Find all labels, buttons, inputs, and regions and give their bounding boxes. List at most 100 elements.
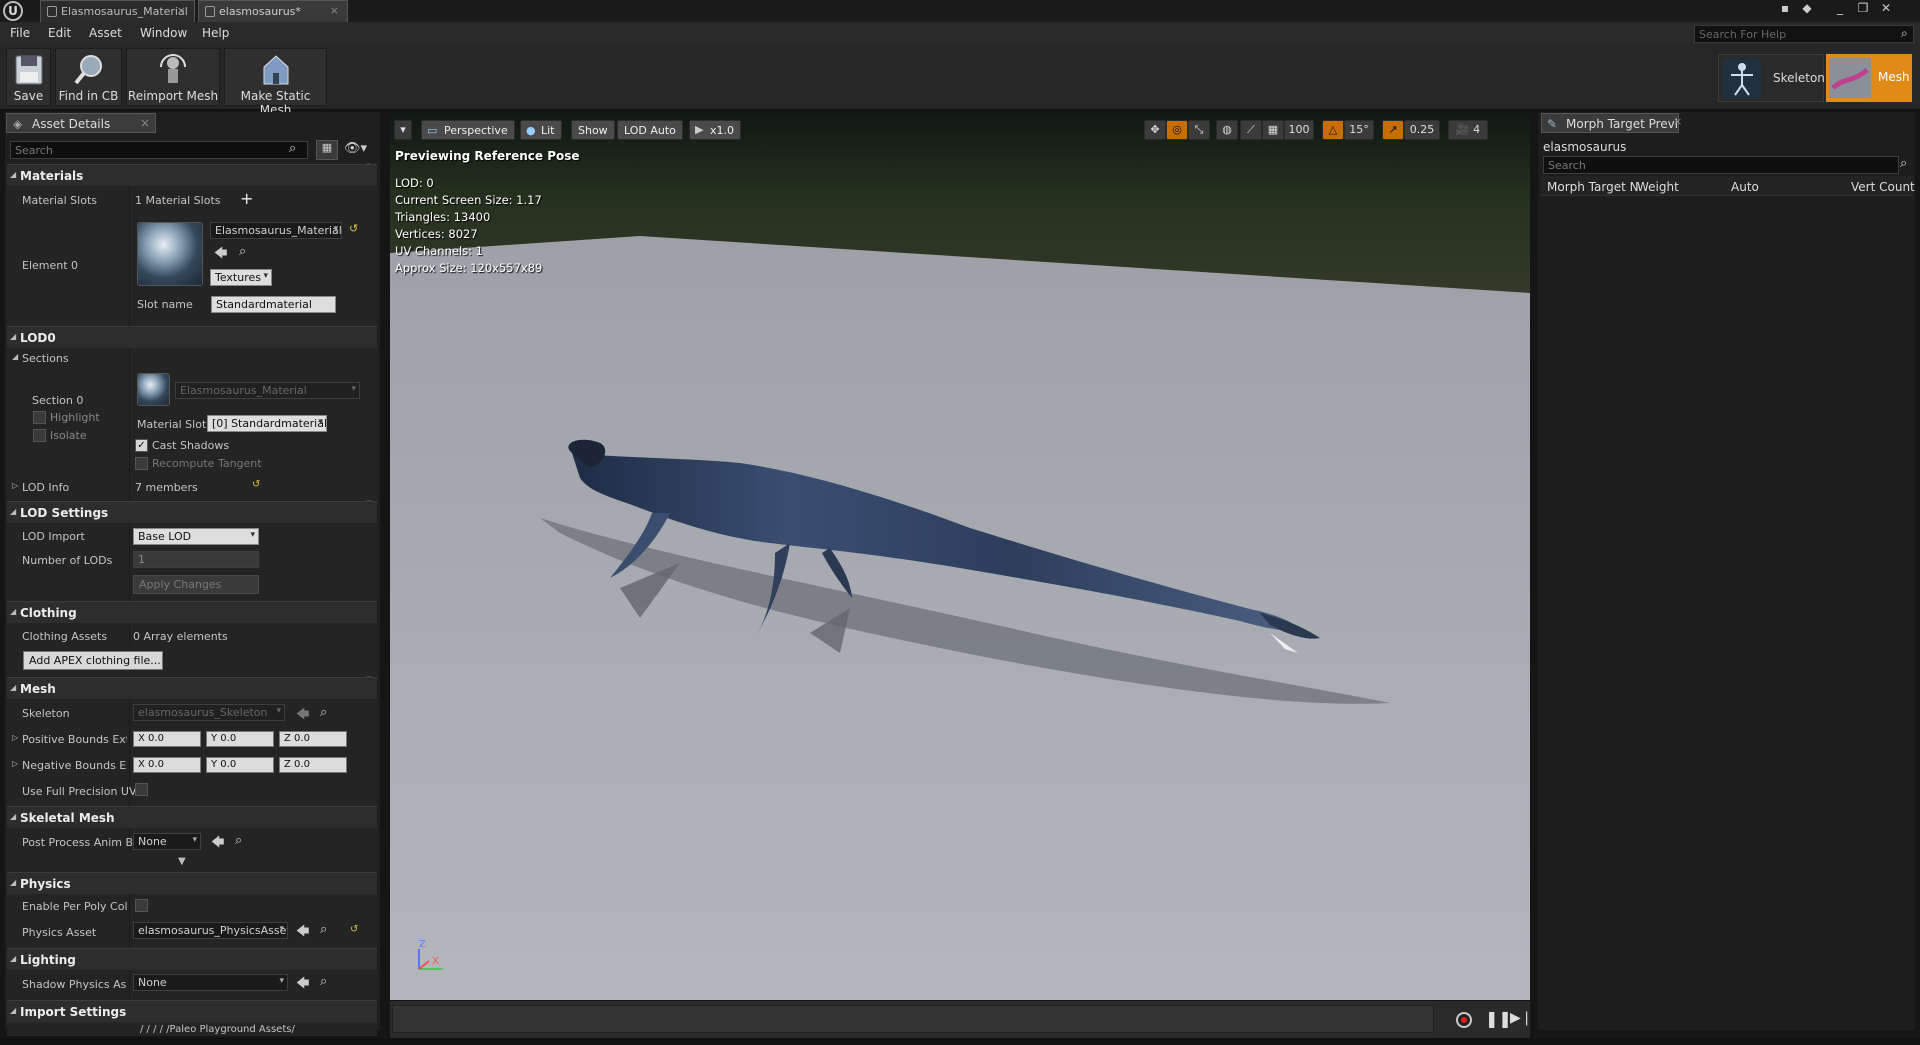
- perspective-button[interactable]: ▭ Perspective: [421, 120, 515, 140]
- tab-material[interactable]: Elasmosaurus_Material ×: [40, 0, 195, 22]
- negative-bounds-z[interactable]: Z 0.0: [279, 757, 347, 773]
- close-icon[interactable]: ×: [177, 4, 186, 17]
- column-morph-target-name[interactable]: Morph Target N: [1547, 180, 1639, 194]
- recompute-tangent-checkbox[interactable]: [135, 457, 148, 470]
- pause-button[interactable]: ❚❚: [1485, 1009, 1512, 1028]
- category-lod-settings[interactable]: ◢ LOD Settings: [7, 501, 377, 523]
- category-skeletal-mesh[interactable]: ◢ Skeletal Mesh: [7, 806, 377, 828]
- material-picker[interactable]: Elasmosaurus_Material ▾: [210, 222, 342, 239]
- browse-icon[interactable]: ⌕: [239, 244, 246, 259]
- category-lod0[interactable]: ◢ LOD0: [7, 326, 377, 348]
- category-materials[interactable]: ◢ Materials: [7, 164, 377, 186]
- expand-icon[interactable]: ▷: [12, 733, 18, 742]
- sections-expand-icon[interactable]: ◢: [12, 352, 18, 361]
- negative-bounds-x[interactable]: X 0.0: [133, 757, 201, 773]
- scale-icon[interactable]: ⤡: [1188, 120, 1210, 140]
- feedback-icon[interactable]: ◆: [1797, 1, 1817, 19]
- tab-elasmosaurus[interactable]: elasmosaurus* ×: [198, 0, 348, 22]
- close-window-icon[interactable]: ✕: [1876, 1, 1896, 19]
- category-clothing[interactable]: ◢ Clothing: [7, 601, 377, 623]
- category-import-settings[interactable]: ◢ Import Settings: [7, 1000, 377, 1022]
- post-process-anim-picker[interactable]: None ▾: [133, 833, 201, 850]
- reset-default-icon[interactable]: ↺: [252, 479, 260, 490]
- menu-edit[interactable]: Edit: [48, 26, 71, 40]
- textures-dropdown[interactable]: Textures ▾: [210, 269, 272, 286]
- use-selected-arrow-icon[interactable]: 🡄: [211, 833, 224, 855]
- column-auto[interactable]: Auto: [1731, 180, 1759, 194]
- details-search-input[interactable]: Search: [10, 141, 308, 159]
- per-poly-collision-checkbox[interactable]: [135, 899, 148, 912]
- camera-speed-button[interactable]: 🎥 4: [1448, 120, 1488, 140]
- reset-default-icon[interactable]: ↺: [349, 222, 358, 235]
- physics-asset-picker[interactable]: elasmosaurus_PhysicsAsset ▾: [133, 922, 288, 939]
- minimize-icon[interactable]: _: [1830, 1, 1850, 19]
- viewport[interactable]: ▾ ▭ Perspective ● Lit Show LOD Auto ▶ x1.0 …: [390, 113, 1530, 1000]
- expand-icon[interactable]: ▷: [12, 759, 18, 768]
- rotation-snap-icon[interactable]: △: [1322, 120, 1344, 140]
- lod-auto-button[interactable]: LOD Auto: [617, 120, 683, 140]
- category-lighting[interactable]: ◢ Lighting: [7, 948, 377, 970]
- browse-icon[interactable]: ⌕: [235, 833, 242, 848]
- step-forward-button[interactable]: ▶❘: [1510, 1010, 1533, 1026]
- record-button[interactable]: [1456, 1012, 1472, 1028]
- use-selected-arrow-icon[interactable]: 🡄: [296, 922, 309, 944]
- slot-name-field[interactable]: Standardmaterial: [211, 296, 336, 313]
- lod-import-dropdown[interactable]: Base LOD ▾: [133, 528, 259, 545]
- reset-default-icon[interactable]: ↺: [350, 924, 358, 935]
- positive-bounds-x[interactable]: X 0.0: [133, 731, 201, 747]
- menu-asset[interactable]: Asset: [89, 26, 122, 40]
- menu-help[interactable]: Help: [202, 26, 229, 40]
- use-selected-arrow-icon[interactable]: 🡄: [296, 974, 309, 996]
- browse-icon[interactable]: ⌕: [320, 705, 327, 720]
- apply-changes-button[interactable]: Apply Changes: [133, 575, 259, 594]
- grid-size-value[interactable]: 100: [1284, 120, 1314, 140]
- view-options-icon[interactable]: 👁▾: [344, 141, 367, 156]
- browse-icon[interactable]: ⌕: [320, 922, 327, 937]
- highlight-checkbox[interactable]: [33, 411, 46, 424]
- help-search-input[interactable]: Search For Help: [1694, 25, 1914, 43]
- tab-morph-target-preview[interactable]: ✎ Morph Target Previ: [1541, 113, 1679, 133]
- column-weight[interactable]: Weight: [1637, 180, 1679, 194]
- world-local-icon[interactable]: ◍: [1216, 120, 1238, 140]
- scale-snap-icon[interactable]: ↗: [1382, 120, 1404, 140]
- viewport-options-button[interactable]: ▾: [394, 120, 412, 140]
- restore-icon[interactable]: ❐: [1853, 1, 1873, 19]
- notifications-icon[interactable]: ▪: [1775, 1, 1795, 19]
- use-selected-arrow-icon[interactable]: 🡄: [214, 244, 227, 266]
- make-static-mesh-button[interactable]: Make Static Mesh: [224, 48, 327, 117]
- category-physics[interactable]: ◢ Physics: [7, 872, 377, 894]
- add-apex-clothing-button[interactable]: Add APEX clothing file...: [23, 651, 163, 670]
- play-speed-button[interactable]: ▶ x1.0: [689, 120, 742, 140]
- find-in-cb-button[interactable]: Find in CB: [55, 48, 122, 106]
- num-lods-field[interactable]: 1: [133, 551, 259, 568]
- category-mesh[interactable]: ◢ Mesh: [7, 677, 377, 699]
- menu-window[interactable]: Window: [140, 26, 187, 40]
- surface-snap-icon[interactable]: ⟋: [1240, 120, 1262, 140]
- menu-file[interactable]: File: [10, 26, 30, 40]
- property-matrix-icon[interactable]: ▦: [316, 140, 338, 160]
- material-slot-dropdown[interactable]: [0] Standardmaterial ▾: [207, 415, 327, 432]
- save-button[interactable]: Save: [6, 48, 51, 106]
- tab-asset-details[interactable]: ◈ Asset Details ×: [6, 113, 156, 133]
- rotate-icon[interactable]: ◎: [1166, 120, 1188, 140]
- close-icon[interactable]: ×: [140, 116, 150, 130]
- column-vert-count[interactable]: Vert Count: [1851, 180, 1915, 194]
- lit-button[interactable]: ● Lit: [520, 120, 562, 140]
- full-precision-uv-checkbox[interactable]: [135, 783, 148, 796]
- add-icon[interactable]: +: [240, 189, 253, 208]
- close-icon[interactable]: ×: [330, 4, 339, 17]
- search-icon[interactable]: ⌕: [1901, 26, 1908, 41]
- positive-bounds-y[interactable]: Y 0.0: [206, 731, 274, 747]
- shadow-physics-asset-picker[interactable]: None ▾: [133, 974, 288, 991]
- grid-snap-icon[interactable]: ▦: [1262, 120, 1284, 140]
- material-thumbnail[interactable]: [137, 222, 203, 286]
- negative-bounds-y[interactable]: Y 0.0: [206, 757, 274, 773]
- use-selected-arrow-icon[interactable]: 🡄: [296, 705, 309, 727]
- translate-icon[interactable]: ✥: [1144, 120, 1166, 140]
- show-button[interactable]: Show: [571, 120, 615, 140]
- browse-icon[interactable]: ⌕: [320, 974, 327, 989]
- advanced-expand-icon[interactable]: ▼: [178, 856, 186, 867]
- timeline-track[interactable]: [392, 1005, 1434, 1033]
- lod-info-expand-icon[interactable]: ▷: [12, 481, 18, 490]
- positive-bounds-z[interactable]: Z 0.0: [279, 731, 347, 747]
